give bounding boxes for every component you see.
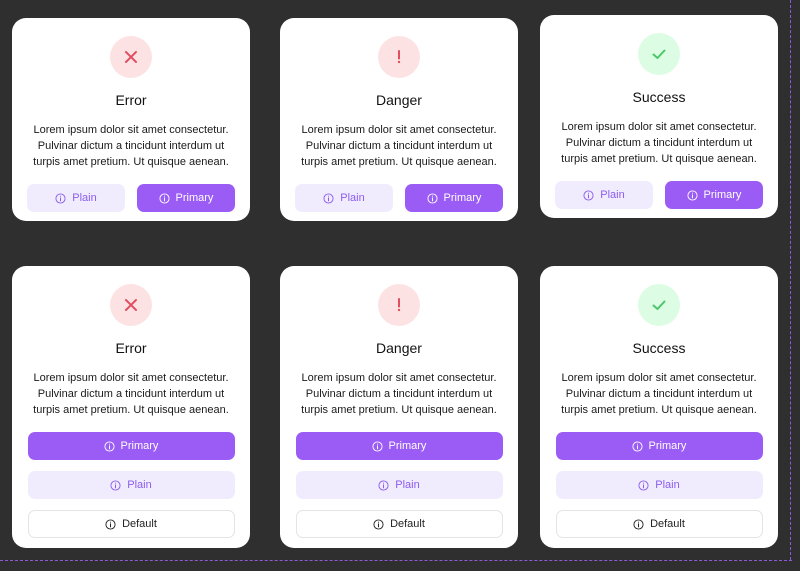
error-card-stacked: Error Lorem ipsum dolor sit amet consect…: [12, 266, 250, 548]
danger-card-stacked: Danger Lorem ipsum dolor sit amet consec…: [280, 266, 518, 548]
frame-guide-bottom: [0, 560, 792, 561]
info-icon: [583, 189, 594, 201]
card-title: Success: [632, 340, 686, 356]
info-icon: [372, 440, 383, 452]
card-description: Lorem ipsum dolor sit amet consectetur. P…: [301, 372, 497, 416]
primary-button-label: Primary: [175, 192, 214, 204]
default-button[interactable]: Default: [27, 510, 235, 538]
primary-button-label: Primary: [388, 440, 427, 452]
info-icon: [638, 479, 649, 491]
plain-button[interactable]: Plain: [295, 184, 393, 212]
default-button-label: Default: [650, 518, 685, 530]
success-card-compact: Success Lorem ipsum dolor sit amet conse…: [540, 15, 778, 218]
danger-badge: [378, 36, 420, 78]
plain-button[interactable]: Plain: [27, 184, 125, 212]
success-card-stacked: Success Lorem ipsum dolor sit amet conse…: [540, 266, 778, 548]
error-card-compact: Error Lorem ipsum dolor sit amet consect…: [12, 18, 250, 221]
info-icon: [110, 479, 121, 491]
exclamation-icon: [397, 50, 401, 64]
card-description: Lorem ipsum dolor sit amet consectetur. P…: [561, 372, 757, 416]
card-title: Success: [632, 89, 686, 105]
danger-badge: [378, 284, 420, 326]
primary-button[interactable]: Primary: [665, 181, 763, 209]
default-button[interactable]: Default: [295, 510, 503, 538]
error-badge: [110, 284, 152, 326]
card-description: Lorem ipsum dolor sit amet consectetur. P…: [301, 124, 497, 168]
success-badge: [638, 284, 680, 326]
primary-button[interactable]: Primary: [27, 432, 235, 460]
default-button-label: Default: [390, 518, 425, 530]
primary-button[interactable]: Primary: [555, 432, 763, 460]
primary-button-label: Primary: [120, 440, 159, 452]
plain-button[interactable]: Plain: [555, 181, 653, 209]
danger-card-compact: Danger Lorem ipsum dolor sit amet consec…: [280, 18, 518, 221]
info-icon: [427, 192, 438, 204]
card-title: Error: [115, 340, 147, 356]
primary-button-label: Primary: [703, 189, 742, 201]
info-icon: [633, 518, 644, 530]
exclamation-icon: [397, 298, 401, 312]
plain-button-label: Plain: [340, 192, 365, 204]
plain-button-label: Plain: [655, 479, 680, 491]
check-icon: [652, 300, 666, 310]
primary-button-label: Primary: [443, 192, 482, 204]
plain-button-label: Plain: [600, 189, 625, 201]
default-button[interactable]: Default: [555, 510, 763, 538]
info-icon: [687, 189, 698, 201]
info-icon: [159, 192, 170, 204]
check-icon: [652, 49, 666, 59]
success-badge: [638, 33, 680, 75]
info-icon: [373, 518, 384, 530]
card-title: Danger: [376, 92, 422, 108]
info-icon: [55, 192, 66, 204]
plain-button-label: Plain: [395, 479, 420, 491]
primary-button-label: Primary: [648, 440, 687, 452]
frame-guide-right: [790, 0, 791, 560]
info-icon: [632, 440, 643, 452]
x-icon: [125, 299, 137, 311]
primary-button[interactable]: Primary: [137, 184, 235, 212]
info-icon: [104, 440, 115, 452]
default-button-label: Default: [122, 518, 157, 530]
primary-button[interactable]: Primary: [405, 184, 503, 212]
plain-button-label: Plain: [72, 192, 97, 204]
plain-button[interactable]: Plain: [295, 471, 503, 499]
plain-button[interactable]: Plain: [555, 471, 763, 499]
card-title: Danger: [376, 340, 422, 356]
info-icon: [323, 192, 334, 204]
primary-button[interactable]: Primary: [295, 432, 503, 460]
x-icon: [125, 51, 137, 63]
info-icon: [105, 518, 116, 530]
card-description: Lorem ipsum dolor sit amet consectetur. P…: [33, 372, 229, 416]
plain-button-label: Plain: [127, 479, 152, 491]
card-description: Lorem ipsum dolor sit amet consectetur. P…: [33, 124, 229, 168]
card-description: Lorem ipsum dolor sit amet consectetur. P…: [561, 121, 757, 165]
card-title: Error: [115, 92, 147, 108]
info-icon: [378, 479, 389, 491]
error-badge: [110, 36, 152, 78]
plain-button[interactable]: Plain: [27, 471, 235, 499]
